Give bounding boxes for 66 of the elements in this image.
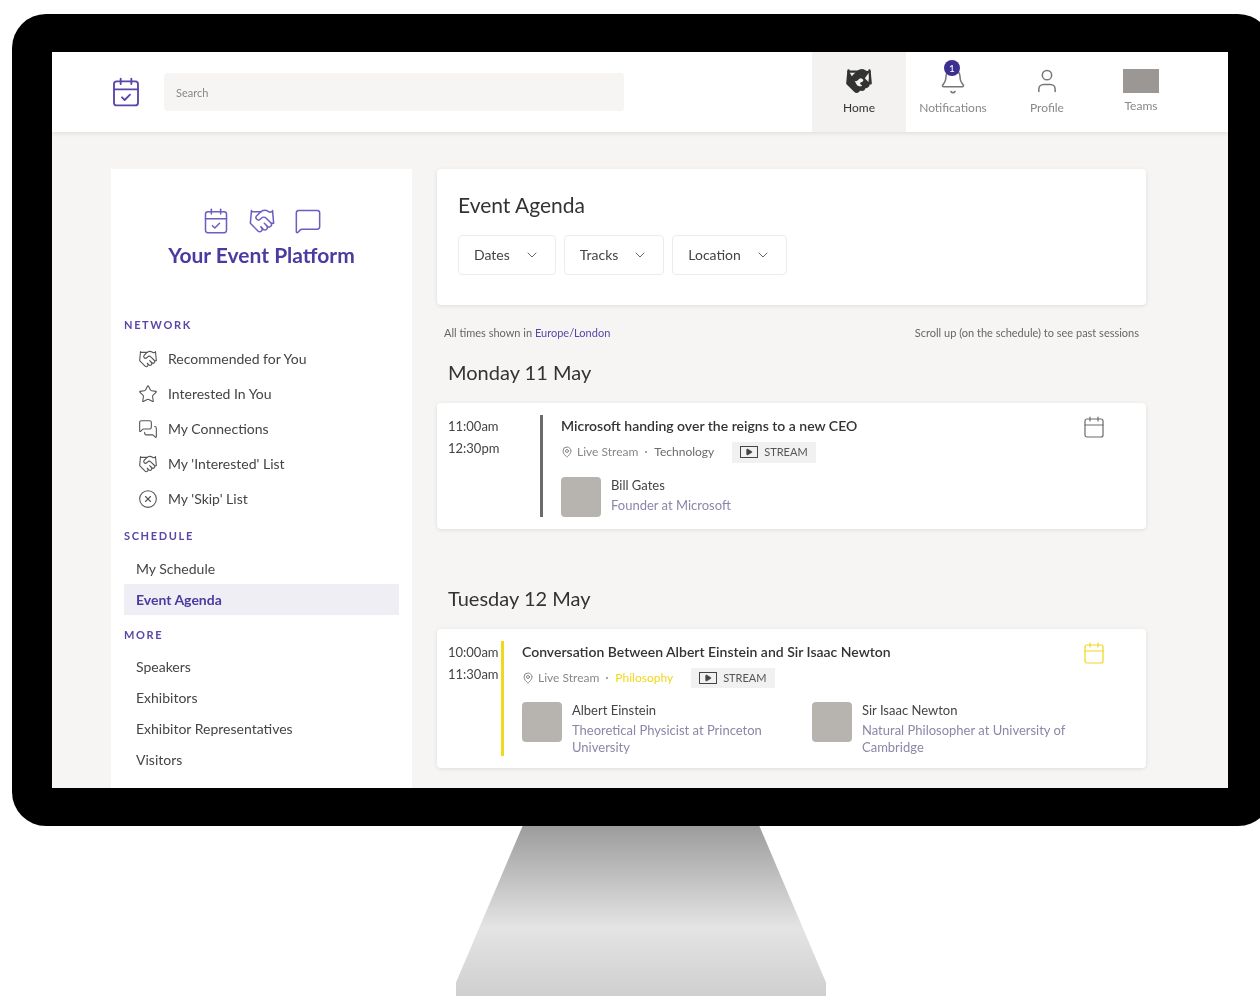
location-pin-icon — [522, 671, 534, 684]
section-heading: NETWORK — [124, 316, 193, 333]
chat-icon — [293, 207, 322, 235]
photo-placeholder — [522, 702, 562, 742]
close-circle-icon — [138, 488, 158, 509]
nav-tab[interactable]: Notifications 1 — [906, 52, 1000, 132]
handshake-icon — [845, 67, 873, 95]
chat-icon — [138, 418, 158, 439]
handshake-icon — [247, 207, 276, 235]
sidebar-item[interactable]: Speakers — [124, 651, 399, 682]
section-heading: MORE — [124, 626, 165, 643]
sidebar-item[interactable]: My 'Interested' List — [124, 446, 399, 481]
play-icon — [699, 671, 718, 684]
calendar-icon[interactable] — [1082, 415, 1106, 439]
photo-placeholder — [561, 476, 601, 517]
session-location: Live Stream — [577, 443, 639, 462]
session-track: Technology — [654, 443, 715, 462]
nav-tab[interactable]: Profile — [1000, 52, 1094, 132]
platform-title: Your Event Platform — [167, 241, 356, 269]
stream-tag: STREAM — [691, 667, 775, 688]
speaker-role: Founder at Microsoft — [611, 496, 731, 514]
day-heading: Tuesday 12 May — [447, 584, 592, 612]
nav-tab[interactable]: Home — [812, 52, 906, 132]
sidebar-item[interactable]: My 'Skip' List — [124, 481, 399, 516]
sidebar-item[interactable]: Visitors — [124, 744, 399, 775]
page-title: Event Agenda — [458, 191, 587, 219]
calendar-check-icon — [110, 76, 142, 108]
location-pin-icon — [561, 446, 573, 459]
sidebar-item[interactable]: Exhibitors — [124, 682, 399, 713]
search-field[interactable]: Search — [164, 73, 624, 111]
stream-tag: STREAM — [732, 442, 816, 463]
photo-placeholder — [812, 702, 852, 742]
speaker-name: Sir Isaac Newton — [862, 702, 959, 719]
section-heading: SCHEDULE — [124, 528, 195, 544]
session-title: Conversation Between Albert Einstein and Sir Isaac Newton — [522, 641, 892, 662]
sidebar-item[interactable]: Recommended for You — [124, 341, 399, 376]
timezone-link[interactable]: Europe/London — [534, 325, 611, 339]
session-location: Live Stream — [538, 668, 600, 687]
speaker-role: Theoretical Physicist at Princeton University — [572, 722, 763, 756]
sidebar-item[interactable]: My Schedule — [124, 552, 399, 584]
end-time: 12:30pm — [448, 439, 501, 458]
handshake-icon — [138, 348, 158, 369]
start-time: 11:00am — [448, 417, 500, 436]
scroll-note: Scroll up (on the schedule) to see past sessions — [914, 324, 1139, 341]
filter-dropdown[interactable]: Location — [672, 234, 787, 275]
speaker-name: Albert Einstein — [572, 702, 658, 719]
start-time: 10:00am — [448, 642, 500, 662]
sidebar-item[interactable]: Exhibitor Representatives — [124, 713, 399, 744]
day-heading: Monday 11 May — [447, 359, 593, 386]
filter-dropdown[interactable]: Tracks — [563, 234, 665, 275]
session-title: Microsoft handing over the reigns to a new CEO — [561, 416, 859, 436]
sidebar-item[interactable]: Interested In You — [124, 376, 399, 411]
star-icon — [138, 383, 158, 404]
end-time: 11:30am — [448, 664, 500, 684]
speaker-role: Natural Philosopher at University of Cambridge — [862, 722, 1067, 756]
logo-placeholder — [1123, 69, 1159, 93]
notification-badge: 1 — [944, 60, 960, 76]
nav-tab[interactable]: Teams — [1094, 52, 1188, 132]
sidebar-item[interactable]: Event Agenda — [124, 583, 399, 615]
timezone-note: All times shown in Europe/London — [444, 324, 611, 341]
session-track: Philosophy — [615, 668, 674, 687]
filter-dropdown[interactable]: Dates — [458, 234, 556, 275]
sidebar-item[interactable]: My Connections — [124, 411, 399, 446]
speaker-name: Bill Gates — [611, 476, 666, 494]
play-icon — [740, 446, 759, 459]
handshake-icon — [138, 453, 158, 474]
